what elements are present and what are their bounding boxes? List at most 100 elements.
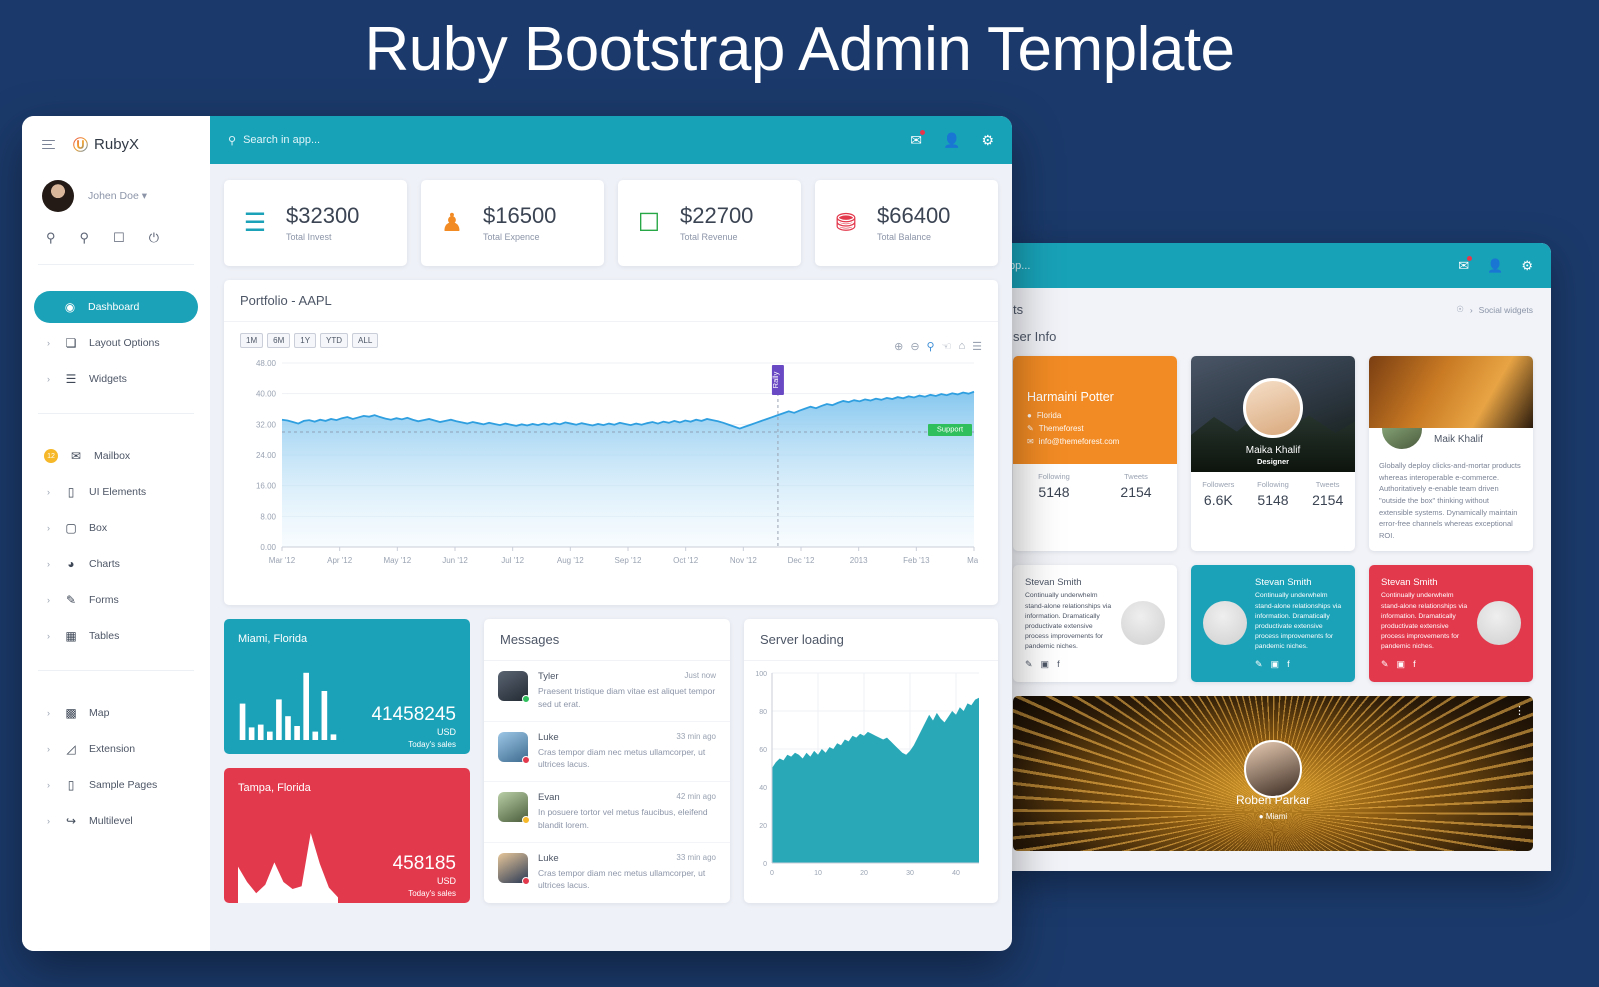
social-card-cover[interactable]: Maika Khalif Designer Followers 6.6K Fol… [1191, 356, 1355, 552]
user-icon[interactable]: 👤 [1487, 258, 1503, 274]
stat-label: Following [1038, 472, 1070, 481]
range-ytd[interactable]: YTD [320, 333, 349, 348]
menu-icon[interactable]: ☰ [972, 340, 982, 353]
sidebar-item-widgets[interactable]: › ☰ Widgets [34, 363, 198, 395]
mail-icon[interactable]: ✉ [910, 129, 925, 149]
twitter-icon[interactable]: ✎ [1255, 659, 1263, 670]
notification-dot [920, 129, 925, 135]
sidebar-item-box[interactable]: › ▢ Box [34, 512, 198, 544]
svg-text:Support: Support [937, 425, 964, 434]
bell-icon[interactable]: ⚲ [80, 230, 90, 246]
sidebar-user[interactable]: Johen Doe ▾ [22, 155, 210, 212]
range-6m[interactable]: 6M [267, 333, 291, 348]
mail-icon: ✉ [70, 449, 82, 463]
briefcase-icon: ⛃ [835, 209, 857, 237]
bio-text: Globally deploy clicks-and-mortar produc… [1379, 461, 1521, 540]
gear-icon[interactable]: ⚙ [1521, 258, 1533, 274]
tile-caption: Today's sales [408, 889, 456, 898]
social-card-bio[interactable]: Maik Khalif Globally deploy clicks-and-m… [1369, 356, 1533, 552]
chevron-right-icon: › [47, 523, 50, 533]
svg-text:Oct '12: Oct '12 [673, 556, 699, 565]
svg-text:40: 40 [759, 785, 767, 792]
power-icon[interactable]: ⏻ [149, 230, 159, 246]
sidebar-item-layout-options[interactable]: › ❏ Layout Options [34, 327, 198, 359]
sidebar-item-map[interactable]: › ▩ Map [34, 697, 198, 729]
sidebar-item-sample-pages[interactable]: › ▯ Sample Pages [34, 769, 198, 801]
search-input[interactable]: ⚲ Search in app... [228, 134, 910, 147]
svg-text:16.00: 16.00 [256, 482, 277, 491]
social-card-profile[interactable]: Harmaini Potter ● Florida ✎ Themeforest … [1013, 356, 1177, 552]
twitter-icon[interactable]: ✎ [1381, 659, 1389, 670]
more-vertical-icon[interactable]: ⋮ [1514, 704, 1525, 717]
zoom-in-icon[interactable]: ⊕ [894, 340, 903, 353]
sidebar-item-dashboard[interactable]: ◉ Dashboard [34, 291, 198, 323]
facebook-icon[interactable]: f [1287, 659, 1290, 670]
stevan-text: Continually underwhelm stand-alone relat… [1255, 592, 1342, 651]
w2-search-input[interactable]: pp... [995, 260, 1458, 272]
mail-icon[interactable]: ✉ [1458, 255, 1473, 274]
search-icon: ⚲ [228, 134, 237, 147]
stevan-card[interactable]: Stevan Smith Continually underwhelm stan… [1013, 565, 1177, 682]
sidebar-item-multilevel[interactable]: › ↪ Multilevel [34, 805, 198, 837]
facebook-icon[interactable]: f [1057, 659, 1060, 670]
stat-label: Followers [1202, 480, 1235, 489]
search-icon[interactable]: ⚲ [46, 230, 56, 246]
user-name: Johen Doe ▾ [88, 190, 147, 202]
brand[interactable]: Ⓤ RubyX [73, 134, 139, 155]
hamburger-icon[interactable] [42, 139, 55, 150]
list-item[interactable]: Luke 33 min ago Cras tempor diam nec met… [484, 843, 730, 903]
range-1y[interactable]: 1Y [294, 333, 317, 348]
kpi-card-total-invest[interactable]: ☰ $32300 Total Invest [224, 180, 407, 266]
chat-icon[interactable]: ☐ [113, 230, 125, 246]
kpi-card-total-balance[interactable]: ⛃ $66400 Total Balance [815, 180, 998, 266]
svg-text:40: 40 [952, 870, 960, 877]
pan-icon[interactable]: ☜ [942, 340, 952, 353]
sidebar-item-forms[interactable]: › ✎ Forms [34, 584, 198, 616]
list-item[interactable]: Evan 42 min ago In posuere tortor vel me… [484, 782, 730, 843]
zoom-out-icon[interactable]: ⊖ [910, 340, 919, 353]
selection-zoom-icon[interactable]: ⚲ [927, 340, 935, 353]
range-1m[interactable]: 1M [240, 333, 264, 348]
sales-tile-tampa[interactable]: Tampa, Florida 458185 USD Today's sales [224, 768, 470, 903]
svg-text:8.00: 8.00 [260, 512, 276, 521]
sidebar-item-ui-elements[interactable]: › ▯ UI Elements [34, 476, 198, 508]
stevan-body: Stevan Smith Continually underwhelm stan… [1255, 577, 1343, 669]
svg-text:30: 30 [906, 870, 914, 877]
sidebar-item-charts[interactable]: › ◕ Charts [34, 548, 198, 580]
chevron-right-icon: › [47, 595, 50, 605]
profile-header: Harmaini Potter ● Florida ✎ Themeforest … [1013, 356, 1177, 464]
home-reset-icon[interactable]: ⌂ [958, 340, 965, 353]
kpi-label: Total Balance [877, 231, 932, 242]
profile-banner-card[interactable]: ⋮ Roben Parkar ● Miami [1013, 695, 1533, 851]
profile-stats: Following 5148 Tweets 2154 [1013, 464, 1177, 510]
gear-icon[interactable]: ⚙ [981, 132, 994, 149]
instagram-icon[interactable]: ▣ [1271, 659, 1280, 670]
twitter-icon[interactable]: ✎ [1025, 659, 1033, 670]
sidebar-item-label: Widgets [89, 373, 127, 385]
instagram-icon[interactable]: ▣ [1397, 659, 1406, 670]
profile-handle: ✎ Themeforest [1027, 424, 1177, 433]
svg-text:Mar '12: Mar '12 [269, 556, 296, 565]
facebook-icon[interactable]: f [1413, 659, 1416, 670]
stevan-card[interactable]: Stevan Smith Continually underwhelm stan… [1369, 565, 1533, 682]
sidebar-item-extension[interactable]: › ◿ Extension [34, 733, 198, 765]
server-column: Server loading 0 20 40 60 80 100 0 10 20 30 40 [744, 619, 998, 903]
svg-text:Sep '12: Sep '12 [615, 556, 642, 565]
svg-text:24.00: 24.00 [256, 451, 277, 460]
stevan-card[interactable]: Stevan Smith Continually underwhelm stan… [1191, 565, 1355, 682]
kpi-card-total-expence[interactable]: ♟ $16500 Total Expence [421, 180, 604, 266]
list-item[interactable]: Luke 33 min ago Cras tempor diam nec met… [484, 722, 730, 782]
avatar [1243, 378, 1303, 438]
user-icon[interactable]: 👤 [943, 132, 960, 149]
sidebar-item-tables[interactable]: › ▦ Tables [34, 620, 198, 652]
chevron-down-icon[interactable]: ▾ [142, 190, 147, 202]
kpi-card-total-revenue[interactable]: ☐ $22700 Total Revenue [618, 180, 801, 266]
portfolio-svg: 0.00 8.00 16.00 24.00 32.00 40.00 48.00 Support… [256, 359, 981, 565]
primary-window: Ⓤ RubyX Johen Doe ▾ ⚲ ⚲ ☐ ⏻ ◉ Dashboard … [22, 116, 1012, 951]
list-item[interactable]: Tyler Just now Praesent tristique diam v… [484, 661, 730, 722]
range-all[interactable]: ALL [352, 333, 379, 348]
sales-tile-miami[interactable]: Miami, Florida 41458245 USD Today's sale… [224, 619, 470, 754]
home-icon[interactable]: ☉ [1456, 304, 1464, 315]
instagram-icon[interactable]: ▣ [1041, 659, 1050, 670]
sidebar-item-mailbox[interactable]: 12 ✉ Mailbox [34, 440, 198, 472]
